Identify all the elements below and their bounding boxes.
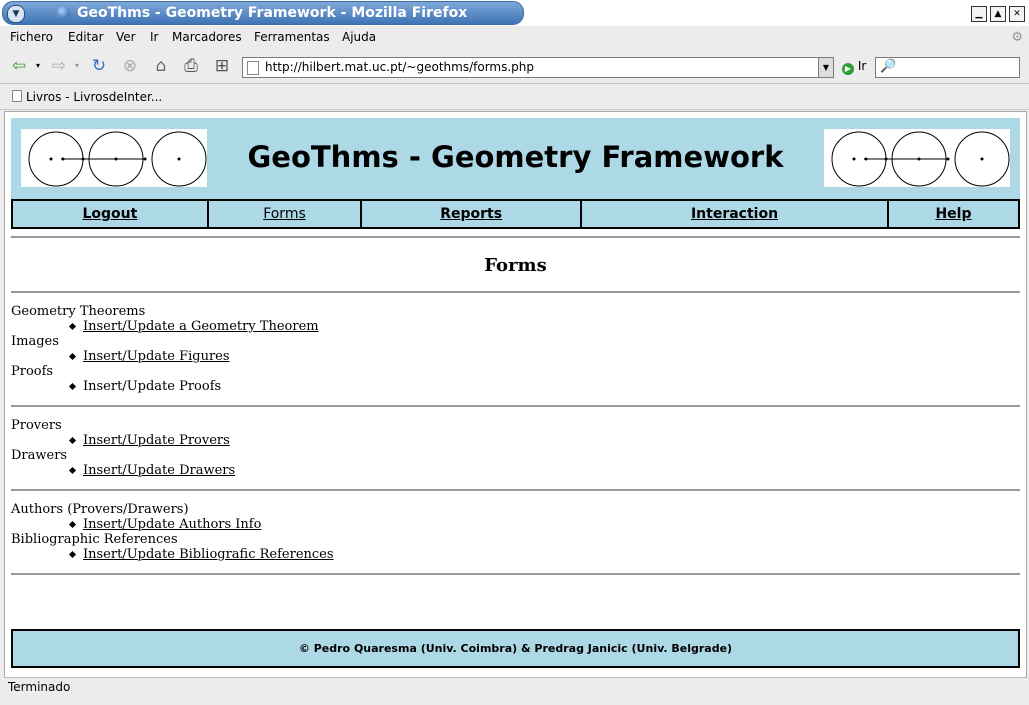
search-icon: 🔎 [880,59,897,74]
text-insert-proofs: Insert/Update Proofs [83,379,222,394]
list-item: Insert/Update Drawers [11,463,1020,478]
nav-cell-forms: Forms [206,199,363,229]
link-insert-provers[interactable]: Insert/Update Provers [83,433,230,448]
forms-section-provers: Provers Insert/Update Provers Drawers In… [11,407,1020,489]
forms-section-authors: Authors (Provers/Drawers) Insert/Update … [11,491,1020,573]
nav-cell-interaction: Interaction [580,199,889,229]
title-bar: ▼ GeoThms - Geometry Framework - Mozilla… [0,0,1029,26]
url-text: http://hilbert.mat.uc.pt/~geothms/forms.… [265,60,535,74]
menu-marcadores[interactable]: Marcadores [172,30,242,44]
menu-ir[interactable]: Ir [150,30,158,44]
menu-fichero[interactable]: Fichero [10,30,53,44]
back-dropdown-icon[interactable]: ▾ [33,55,43,77]
menu-bar: Fichero Editar Ver Ir Marcadores Ferrame… [0,27,1029,48]
list-item: Insert/Update Provers [11,433,1020,448]
site-footer: © Pedro Quaresma (Univ. Coimbra) & Predr… [11,629,1020,668]
bookmarks-bar: Livros - LivrosdeInter... [0,85,1029,110]
bullet-icon [68,322,77,331]
bookmark-label: Livros - LivrosdeInter... [26,90,163,104]
back-icon[interactable]: ⇦ [8,55,30,77]
list-item: Insert/Update Authors Info [11,517,1020,532]
new-tab-icon[interactable]: ⊞ [211,55,233,77]
url-bar[interactable]: http://hilbert.mat.uc.pt/~geothms/forms.… [242,57,834,78]
geometry-logo-right [824,129,1010,187]
link-insert-drawers[interactable]: Insert/Update Drawers [83,463,235,478]
bullet-icon [68,436,77,445]
window-title: GeoThms - Geometry Framework - Mozilla F… [77,5,468,21]
page-icon [247,61,259,75]
nav-logout[interactable]: Logout [82,206,137,222]
category-label: Proofs [11,364,54,379]
menu-ajuda[interactable]: Ajuda [342,30,376,44]
forward-icon[interactable]: ⇨ [48,55,70,77]
list-item: Insert/Update Bibliografic References [11,547,1020,562]
window-controls: ▁ ▲ ✕ [968,5,1025,22]
print-icon[interactable]: ⎙ [180,55,202,77]
link-insert-theorem[interactable]: Insert/Update a Geometry Theorem [83,319,319,334]
bullet-icon [68,382,77,391]
link-insert-figures[interactable]: Insert/Update Figures [83,349,230,364]
title-pill: ▼ GeoThms - Geometry Framework - Mozilla… [2,1,524,25]
status-text: Terminado [8,680,71,694]
list-item: Insert/Update Proofs [11,379,1020,394]
menu-editar[interactable]: Editar [68,30,104,44]
site-nav: Logout Forms Reports Interaction Help [11,199,1021,229]
status-bar: Terminado [4,677,1025,698]
go-button[interactable]: ▶ Ir [842,59,866,75]
list-item: Insert/Update Figures [11,349,1020,364]
list-item: Insert/Update a Geometry Theorem [11,319,1020,334]
stop-icon[interactable]: ⊗ [119,55,141,77]
close-icon[interactable]: ✕ [1009,6,1025,22]
site-header: GeoThms - Geometry Framework [11,118,1020,199]
nav-cell-logout: Logout [11,199,209,229]
page-heading: Forms [484,255,547,276]
category-label: Authors (Provers/Drawers) [11,502,189,517]
category-label: Geometry Theorems [11,304,146,319]
home-icon[interactable]: ⌂ [150,55,172,77]
go-icon: ▶ [842,63,854,75]
forward-dropdown-icon[interactable]: ▾ [72,55,82,77]
throbber-icon: ⚙ [1011,30,1023,45]
maximize-icon[interactable]: ▲ [990,6,1006,22]
search-input[interactable]: 🔎 [875,57,1020,78]
nav-cell-reports: Reports [360,199,583,229]
bookmark-item[interactable]: Livros - LivrosdeInter... [12,90,162,104]
bullet-icon [68,352,77,361]
nav-reports[interactable]: Reports [440,206,502,222]
page: GeoThms - Geometry Framework Logout Form… [11,118,1021,668]
bullet-icon [68,466,77,475]
forms-section-theorems: Geometry Theorems Insert/Update a Geomet… [11,293,1020,405]
category-label: Bibliographic References [11,532,178,547]
page-viewport: GeoThms - Geometry Framework Logout Form… [4,111,1027,678]
nav-interaction[interactable]: Interaction [691,206,778,222]
nav-forms[interactable]: Forms [263,206,306,222]
bullet-icon [68,520,77,529]
link-insert-bibliography[interactable]: Insert/Update Bibliografic References [83,547,334,562]
category-label: Images [11,334,59,349]
window-menu-icon[interactable]: ▼ [7,5,25,23]
menu-ver[interactable]: Ver [116,30,136,44]
bookmark-page-icon [12,90,22,102]
link-insert-authors[interactable]: Insert/Update Authors Info [83,517,261,532]
bullet-icon [68,550,77,559]
nav-cell-help: Help [886,199,1021,229]
url-dropdown-icon[interactable]: ▼ [818,57,834,78]
firefox-globe-icon [57,6,70,19]
reload-icon[interactable]: ↻ [88,55,110,77]
category-label: Drawers [11,448,68,463]
nav-help[interactable]: Help [935,206,971,222]
go-label: Ir [857,59,867,73]
minimize-icon[interactable]: ▁ [971,6,987,22]
divider [11,573,1020,575]
category-label: Provers [11,418,62,433]
menu-ferramentas[interactable]: Ferramentas [254,30,330,44]
